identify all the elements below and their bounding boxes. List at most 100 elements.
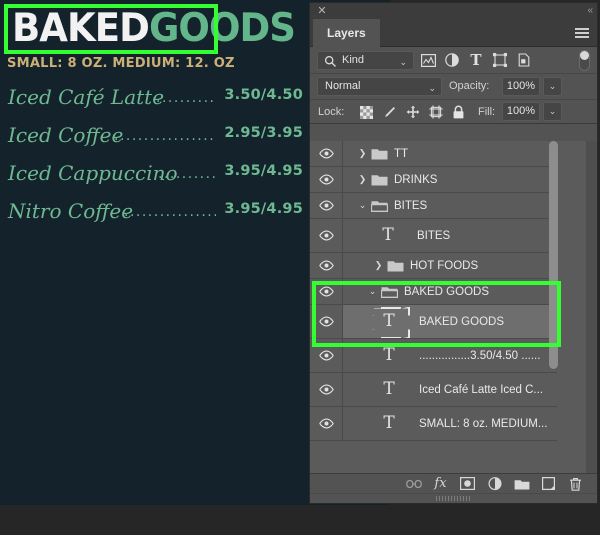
layer-visibility-toggle[interactable] bbox=[310, 407, 343, 440]
filter-kind-select[interactable]: Kind ⌄ bbox=[317, 51, 414, 70]
folder-closed-icon bbox=[370, 147, 388, 160]
layer-row-body[interactable]: T SMALL: 8 oz. MEDIUM... bbox=[343, 407, 557, 440]
layer-row-body[interactable]: ❯ TT bbox=[343, 141, 557, 166]
table-row[interactable]: T SMALL: 8 oz. MEDIUM... bbox=[310, 407, 557, 441]
type-layer-filter-icon[interactable]: T bbox=[464, 50, 488, 70]
menu-item-price: 3.95/4.95 bbox=[224, 201, 303, 217]
scrollbar-track-background bbox=[586, 141, 597, 473]
pixel-layer-filter-icon[interactable] bbox=[416, 50, 440, 70]
table-row[interactable]: T ................3.50/4.50 ...... bbox=[310, 339, 557, 373]
fill-input[interactable]: 100% bbox=[502, 102, 540, 121]
layer-row-body[interactable]: T Iced Café Latte Iced C... bbox=[343, 373, 557, 406]
group-collapse-toggle[interactable]: ⌄ bbox=[355, 200, 370, 211]
layer-thumbnail[interactable]: T bbox=[372, 409, 406, 439]
menu-item-price: 3.50/4.50 bbox=[224, 87, 303, 103]
title-selection-highlight bbox=[4, 4, 218, 54]
opacity-input[interactable]: 100% bbox=[502, 77, 540, 96]
blend-mode-select[interactable]: Normal ⌄ bbox=[317, 77, 442, 96]
layer-visibility-toggle[interactable] bbox=[310, 193, 343, 218]
opacity-stepper[interactable]: ⌄ bbox=[543, 77, 562, 96]
table-row[interactable]: ⌄ BAKED GOODS bbox=[310, 279, 557, 305]
tab-layers[interactable]: Layers bbox=[313, 19, 380, 47]
layer-visibility-toggle[interactable] bbox=[310, 373, 343, 406]
group-collapse-toggle[interactable]: ⌄ bbox=[365, 286, 380, 297]
group-expand-toggle[interactable]: ❯ bbox=[355, 148, 370, 159]
lock-position-icon[interactable] bbox=[401, 103, 424, 121]
layer-row-body[interactable]: ❯ DRINKS bbox=[343, 167, 557, 192]
group-expand-toggle[interactable]: ❯ bbox=[371, 260, 386, 271]
layer-thumbnail[interactable]: T bbox=[372, 307, 406, 337]
menu-item-dots: ...................... bbox=[124, 204, 216, 220]
new-layer-icon[interactable] bbox=[535, 474, 562, 494]
collapse-panel-icon[interactable]: « bbox=[587, 4, 592, 17]
table-row[interactable]: ❯ TT bbox=[310, 141, 557, 167]
scrollbar-thumb[interactable] bbox=[549, 141, 558, 369]
layer-thumbnail[interactable]: T bbox=[371, 221, 405, 251]
lock-all-icon[interactable] bbox=[447, 103, 470, 121]
chevron-down-icon: ⌄ bbox=[399, 57, 407, 67]
new-adjustment-layer-icon[interactable] bbox=[481, 474, 508, 494]
layer-list-scrollbar[interactable] bbox=[548, 141, 559, 473]
table-row[interactable]: ⌄ BITES bbox=[310, 193, 557, 219]
adjustment-layer-filter-icon[interactable] bbox=[440, 50, 464, 70]
layer-row-body[interactable]: T BAKED GOODS bbox=[343, 305, 557, 338]
layer-row-body[interactable]: ⌄ BITES bbox=[343, 193, 557, 218]
eye-icon bbox=[318, 384, 334, 395]
layer-thumbnail[interactable]: T bbox=[372, 375, 406, 405]
list-item: Iced Coffee ....................... 2.95… bbox=[6, 118, 304, 156]
list-item: Nitro Coffee ...................... 3.95… bbox=[6, 194, 304, 232]
eye-icon bbox=[318, 350, 334, 361]
layer-list[interactable]: ❯ TT ❯ DRINKS ⌄ BITES T BITES ❯ HOT FOOD… bbox=[310, 141, 597, 473]
layer-thumbnail[interactable]: T bbox=[372, 341, 406, 371]
layer-row-body[interactable]: ⌄ BAKED GOODS bbox=[343, 279, 557, 304]
eye-icon bbox=[318, 148, 334, 159]
layer-visibility-toggle[interactable] bbox=[310, 279, 343, 304]
menu-price-list: Iced Café Latte ................ 3.50/4.… bbox=[6, 80, 304, 232]
table-row[interactable]: T BITES bbox=[310, 219, 557, 253]
panel-resize-grip[interactable] bbox=[310, 493, 597, 503]
layer-name: DRINKS bbox=[394, 173, 438, 186]
lock-image-icon[interactable] bbox=[378, 103, 401, 121]
layer-visibility-toggle[interactable] bbox=[310, 167, 343, 192]
type-layer-icon: T bbox=[383, 379, 395, 399]
panel-menu-icon[interactable] bbox=[575, 28, 589, 38]
add-layer-mask-icon[interactable] bbox=[454, 474, 481, 494]
lock-row: Lock: Fill: 100% ⌄ bbox=[310, 100, 597, 124]
eye-icon bbox=[318, 230, 334, 241]
fill-stepper[interactable]: ⌄ bbox=[543, 102, 562, 121]
eye-icon bbox=[318, 200, 334, 211]
new-group-icon[interactable] bbox=[508, 474, 535, 494]
layer-visibility-toggle[interactable] bbox=[310, 339, 343, 372]
menu-item-dots: ....................... bbox=[114, 128, 216, 144]
close-icon[interactable]: ✕ bbox=[316, 5, 328, 17]
layer-row-body[interactable]: ❯ HOT FOODS bbox=[343, 253, 557, 278]
filter-kind-label: Kind bbox=[342, 54, 365, 66]
layer-visibility-toggle[interactable] bbox=[310, 141, 343, 166]
layer-row-body[interactable]: T ................3.50/4.50 ...... bbox=[343, 339, 557, 372]
smart-object-filter-icon[interactable] bbox=[512, 50, 536, 70]
add-layer-style-icon[interactable]: fx bbox=[427, 474, 454, 494]
layer-visibility-toggle[interactable] bbox=[310, 305, 343, 338]
menu-item-dots: ................ bbox=[158, 166, 216, 182]
layer-visibility-toggle[interactable] bbox=[310, 253, 343, 278]
delete-layer-icon[interactable] bbox=[562, 474, 589, 494]
table-row[interactable]: ❯ DRINKS bbox=[310, 167, 557, 193]
folder-closed-icon bbox=[386, 259, 404, 272]
table-row[interactable]: T BAKED GOODS bbox=[310, 305, 557, 339]
layers-panel[interactable]: ✕ « Layers Kind ⌄ T Normal ⌄ Opacity: 10… bbox=[310, 3, 597, 503]
photoshop-window: BAKEDGOODS SMALL: 8 OZ. MEDIUM: 12. OZ I… bbox=[0, 0, 600, 535]
shape-layer-filter-icon[interactable] bbox=[488, 50, 512, 70]
menu-item-dots: ................ bbox=[156, 90, 216, 106]
layer-name: TT bbox=[394, 147, 409, 160]
table-row[interactable]: T Iced Café Latte Iced C... bbox=[310, 373, 557, 407]
eye-icon bbox=[318, 316, 334, 327]
layer-visibility-toggle[interactable] bbox=[310, 219, 343, 252]
table-row[interactable]: ❯ HOT FOODS bbox=[310, 253, 557, 279]
link-layers-icon[interactable] bbox=[400, 474, 427, 494]
lock-artboard-icon[interactable] bbox=[424, 103, 447, 121]
filter-toggle[interactable] bbox=[579, 50, 590, 71]
lock-buttons bbox=[355, 103, 470, 121]
layer-row-body[interactable]: T BITES bbox=[343, 219, 557, 252]
lock-transparency-icon[interactable] bbox=[355, 103, 378, 121]
group-expand-toggle[interactable]: ❯ bbox=[355, 174, 370, 185]
